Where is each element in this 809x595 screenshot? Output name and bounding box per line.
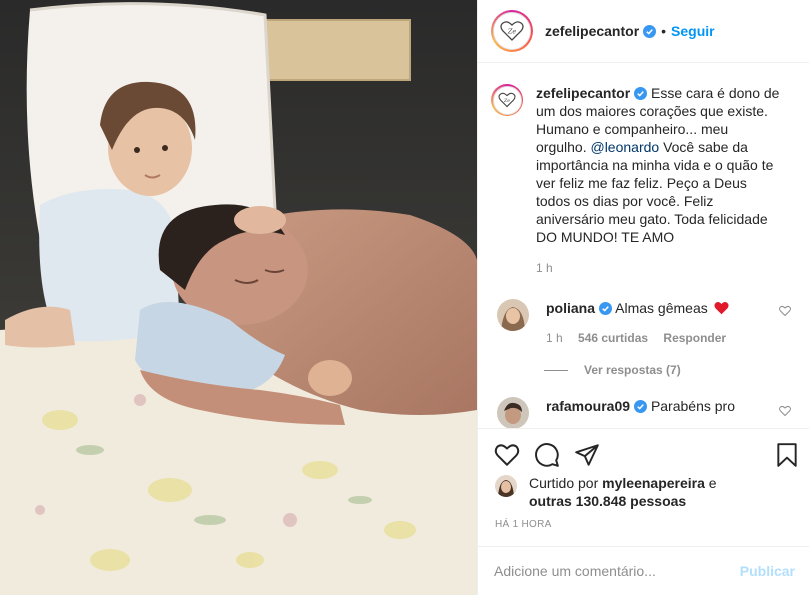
comment-meta: 1 h 546 curtidas Responder <box>546 329 776 347</box>
comment-body: poliana Almas gêmeas 1 h 546 curtidas Re… <box>546 299 776 347</box>
liker-username[interactable]: myleenapereira <box>602 475 705 491</box>
comment-text: Parabéns pro <box>650 398 735 414</box>
caption-body: zefelipecantor Esse cara é dono de um do… <box>536 84 781 277</box>
post-header: Ze zefelipecantor • Seguir <box>478 0 809 63</box>
author-avatar[interactable]: Ze <box>491 10 533 52</box>
photo-illustration <box>0 0 477 595</box>
likes-summary: Curtido por myleenapereira e outras 130.… <box>478 474 809 510</box>
post-photo[interactable] <box>0 0 477 595</box>
comment-icon[interactable] <box>534 442 560 468</box>
commenter-avatar[interactable] <box>497 397 529 428</box>
verified-icon <box>634 87 648 100</box>
caption-username[interactable]: zefelipecantor <box>536 85 630 101</box>
caption-mention[interactable]: @leonardo <box>590 139 659 155</box>
avatar-photo <box>497 299 529 331</box>
caption: Ze zefelipecantor Esse cara é dono de um… <box>478 64 809 277</box>
comment-like-heart-icon[interactable] <box>779 405 791 417</box>
view-replies-button[interactable]: Ver respostas (7) <box>544 363 809 377</box>
comment-likes[interactable]: 546 curtidas <box>578 331 648 345</box>
comment-item: rafamoura09 Parabéns pro <box>478 397 809 428</box>
avatar-photo <box>497 397 529 428</box>
commenter-avatar[interactable] <box>497 299 529 331</box>
comment-text: Almas gêmeas <box>615 300 708 316</box>
author-username[interactable]: zefelipecantor <box>545 23 639 39</box>
likes-prefix: Curtido por <box>529 475 599 491</box>
svg-text:Ze: Ze <box>507 28 517 36</box>
verified-icon <box>643 24 657 38</box>
heart-logo-icon: Ze <box>498 92 516 108</box>
publish-button[interactable]: Publicar <box>740 563 795 579</box>
action-bar <box>478 428 809 470</box>
separator-dot: • <box>661 23 667 39</box>
bookmark-icon[interactable] <box>774 442 800 468</box>
comment-time: 1 h <box>546 331 563 345</box>
caption-time: 1 h <box>536 261 553 275</box>
follow-button[interactable]: Seguir <box>671 23 715 39</box>
comment-body: rafamoura09 Parabéns pro <box>546 397 776 428</box>
likes-text: Curtido por myleenapereira e outras 130.… <box>529 474 717 510</box>
reply-button[interactable]: Responder <box>663 331 726 345</box>
post-timestamp[interactable]: HÁ 1 HORA <box>495 519 552 530</box>
heart-logo-icon: Ze <box>500 21 524 41</box>
comments-section[interactable]: Ze zefelipecantor Esse cara é dono de um… <box>478 64 809 428</box>
view-replies-label: Ver respostas (7) <box>584 363 681 377</box>
comment-username[interactable]: poliana <box>546 300 595 316</box>
likes-count[interactable]: outras 130.848 pessoas <box>529 493 686 509</box>
comment-input[interactable] <box>494 563 734 579</box>
comment-like-heart-icon[interactable] <box>779 305 791 317</box>
red-heart-emoji-icon <box>714 301 729 315</box>
heart-icon[interactable] <box>494 442 520 468</box>
verified-icon <box>599 302 613 315</box>
add-comment-bar: Publicar <box>478 546 809 595</box>
comment-item: poliana Almas gêmeas 1 h 546 curtidas Re… <box>478 299 809 347</box>
caption-avatar[interactable]: Ze <box>491 84 523 116</box>
post-side-panel: Ze zefelipecantor • Seguir Ze zefelipeca… <box>477 0 809 595</box>
comment-username[interactable]: rafamoura09 <box>546 398 630 414</box>
svg-text:Ze: Ze <box>503 98 510 104</box>
replies-divider <box>544 369 568 371</box>
share-icon[interactable] <box>574 442 600 468</box>
avatar-photo <box>495 475 517 497</box>
likes-connector: e <box>708 475 717 491</box>
verified-icon <box>634 400 648 413</box>
liker-avatar[interactable] <box>495 475 517 497</box>
